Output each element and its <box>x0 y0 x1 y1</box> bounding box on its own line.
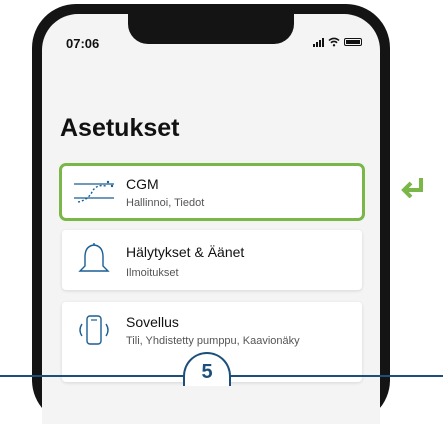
cgm-trend-icon <box>74 180 114 203</box>
phone-signal-icon <box>79 315 109 345</box>
bell-icon <box>78 243 110 272</box>
phone-notch <box>128 14 294 44</box>
menu-item-title: Hälytykset & Äänet <box>126 244 245 260</box>
menu-item-subtitle: Ilmoitukset <box>126 267 179 279</box>
wifi-icon <box>328 37 340 47</box>
menu-item-title: CGM <box>126 176 159 192</box>
menu-item-cgm[interactable]: CGM Hallinnoi, Tiedot <box>59 163 365 221</box>
status-icons <box>313 36 362 48</box>
page-title: Asetukset <box>60 114 180 142</box>
menu-item-subtitle: Hallinnoi, Tiedot <box>126 197 205 209</box>
status-time: 07:06 <box>66 36 100 51</box>
signal-icon <box>313 37 324 47</box>
return-arrow-icon <box>401 178 423 198</box>
menu-item-alerts[interactable]: Hälytykset & Äänet Ilmoitukset <box>62 230 362 290</box>
menu-item-subtitle: Tili, Yhdistetty pumppu, Kaavionäky <box>126 335 300 347</box>
battery-icon <box>344 38 362 46</box>
menu-item-title: Sovellus <box>126 314 179 330</box>
